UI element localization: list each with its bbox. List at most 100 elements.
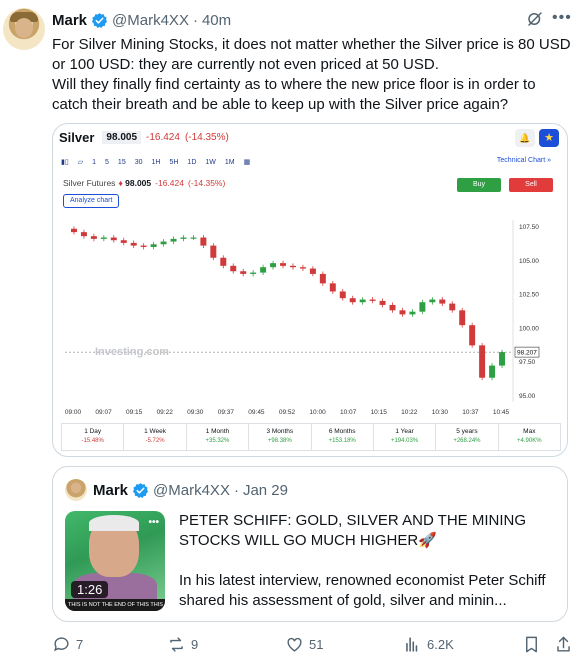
candle-body [190, 237, 197, 239]
more-options-icon[interactable]: ••• [552, 9, 574, 29]
view-count: 6.2K [427, 637, 454, 652]
x-tick-label: 09:22 [157, 409, 174, 414]
verified-badge-icon [91, 12, 108, 28]
repost-button[interactable]: 9 [167, 635, 198, 654]
candle-body [80, 232, 87, 237]
candle-body [270, 263, 277, 268]
futures-change-pct: (-14.35%) [187, 178, 226, 188]
post-text: For Silver Mining Stocks, it does not ma… [52, 36, 571, 113]
chart-header: Silver 98.005 -16.424 (-14.35%) 🔔 ★ [59, 126, 563, 148]
period-label: 1 Day [84, 428, 102, 435]
candle-body [70, 228, 77, 233]
candle-body [160, 241, 167, 245]
x-tick-label: 09:00 [65, 409, 82, 414]
candle-body [299, 267, 306, 269]
candle-body [110, 237, 117, 241]
chart-change-pct: (-14.35%) [184, 131, 229, 143]
candle-body [130, 242, 137, 246]
reply-count: 7 [76, 637, 84, 652]
action-bar: 7 9 51 6.2K [52, 633, 572, 657]
quoted-author-handle: @Mark4XX [153, 481, 230, 499]
interval-1w: 1W [205, 158, 216, 166]
candle-body [459, 310, 466, 326]
author-handle[interactable]: @Mark4XX [112, 12, 189, 29]
candle-body [309, 268, 316, 274]
period-cell: 1 Day -15.48% [62, 424, 125, 450]
chart-change: -16.424 [146, 131, 180, 143]
share-icon [557, 636, 570, 652]
star-icon: ★ [539, 129, 559, 147]
candle-body [289, 265, 296, 268]
candle-body [250, 272, 257, 274]
candle-body [439, 299, 446, 304]
candle-body [90, 236, 97, 239]
price-chart: 107.50 105.00 102.50 100.00 97.50 95.00 09:00 0… [65, 220, 540, 414]
quoted-author-avatar [65, 479, 87, 501]
bookmark-icon [526, 636, 537, 653]
period-label: Max [523, 428, 536, 435]
chart-price: 98.005 [102, 130, 142, 144]
interval-1d: 1D [187, 158, 197, 166]
chart-toolbar: ▮▯ ▱ 1 5 15 30 1H 5H 1D 1W 1M ▦ Technica… [61, 154, 561, 170]
post-media-chart[interactable]: Silver 98.005 -16.424 (-14.35%) 🔔 ★ ▮▯ ▱… [52, 123, 568, 457]
thumbnail-dots-icon: ••• [148, 517, 159, 528]
interval-1h: 1H [151, 158, 161, 166]
avatar-face [15, 18, 33, 38]
period-cell: 1 Week -5.72% [124, 424, 187, 450]
quoted-post[interactable]: Mark @Mark4XX · Jan 29 ••• 1:26 , THIS I… [52, 466, 568, 622]
period-value: +153.18% [328, 438, 356, 444]
down-arrow-icon: ♦ [118, 178, 126, 188]
period-value: -15.48% [81, 438, 104, 444]
quoted-post-header: Mark @Mark4XX · Jan 29 [93, 480, 288, 500]
candle-body [429, 299, 436, 303]
futures-label: Silver Futures [63, 178, 116, 188]
share-button[interactable] [554, 635, 578, 654]
candle-body [479, 345, 486, 378]
x-tick-label: 09:37 [218, 409, 235, 414]
y-tick-label: 97.50 [519, 359, 536, 366]
period-cell: 1 Year +194.03% [374, 424, 437, 450]
x-tick-label: 10:30 [432, 409, 449, 414]
reply-button[interactable]: 7 [52, 635, 83, 654]
period-label: 3 Months [266, 428, 294, 435]
period-label: 1 Week [144, 428, 167, 435]
author-avatar[interactable] [3, 8, 45, 50]
period-label: 6 Months [328, 428, 356, 435]
candle-body [140, 245, 147, 247]
author-name[interactable]: Mark [52, 12, 87, 29]
candle-body [240, 271, 247, 274]
futures-price: 98.005 [125, 178, 152, 188]
period-value: +35.32% [205, 438, 230, 444]
reply-icon [54, 637, 69, 652]
alert-bell-icon: 🔔 [515, 129, 535, 147]
candle-type-icon: ▮▯ [61, 159, 69, 166]
quoted-author-name: Mark [93, 481, 129, 499]
verified-badge-icon [132, 482, 149, 498]
candle-body [180, 237, 187, 239]
video-thumbnail[interactable]: ••• 1:26 , THIS IS NOT THE END OF THIS T… [65, 511, 165, 611]
period-label: 1 Month [205, 428, 230, 435]
x-tick-label: 10:45 [493, 409, 510, 414]
candle-body [319, 273, 326, 284]
candle-body [389, 304, 396, 311]
technical-chart-link: Technical Chart » [496, 157, 551, 164]
post-time[interactable]: 40m [202, 12, 231, 29]
post-header: Mark @Mark4XX · 40m [52, 10, 231, 30]
y-tick-label: 100.00 [519, 325, 539, 332]
interval-15: 15 [117, 158, 126, 166]
grok-icon[interactable] [526, 10, 544, 28]
video-caption: , THIS IS NOT THE END OF THIS THIS [65, 599, 165, 611]
bookmark-button[interactable] [522, 635, 546, 654]
candle-body [120, 240, 127, 243]
views-button[interactable]: 6.2K [403, 635, 454, 654]
candle-body [200, 237, 207, 246]
period-value: +194.03% [390, 438, 419, 444]
chart-symbol: Silver [59, 129, 95, 145]
area-type-icon: ▱ [77, 159, 84, 166]
candle-body [170, 238, 177, 242]
quoted-post-text: PETER SCHIFF: GOLD, SILVER AND THE MININ… [179, 512, 546, 609]
period-label: 5 years [456, 428, 478, 435]
like-button[interactable]: 51 [285, 635, 323, 654]
period-cell: 6 Months +153.18% [312, 424, 374, 450]
quoted-post-time: Jan 29 [242, 481, 288, 499]
